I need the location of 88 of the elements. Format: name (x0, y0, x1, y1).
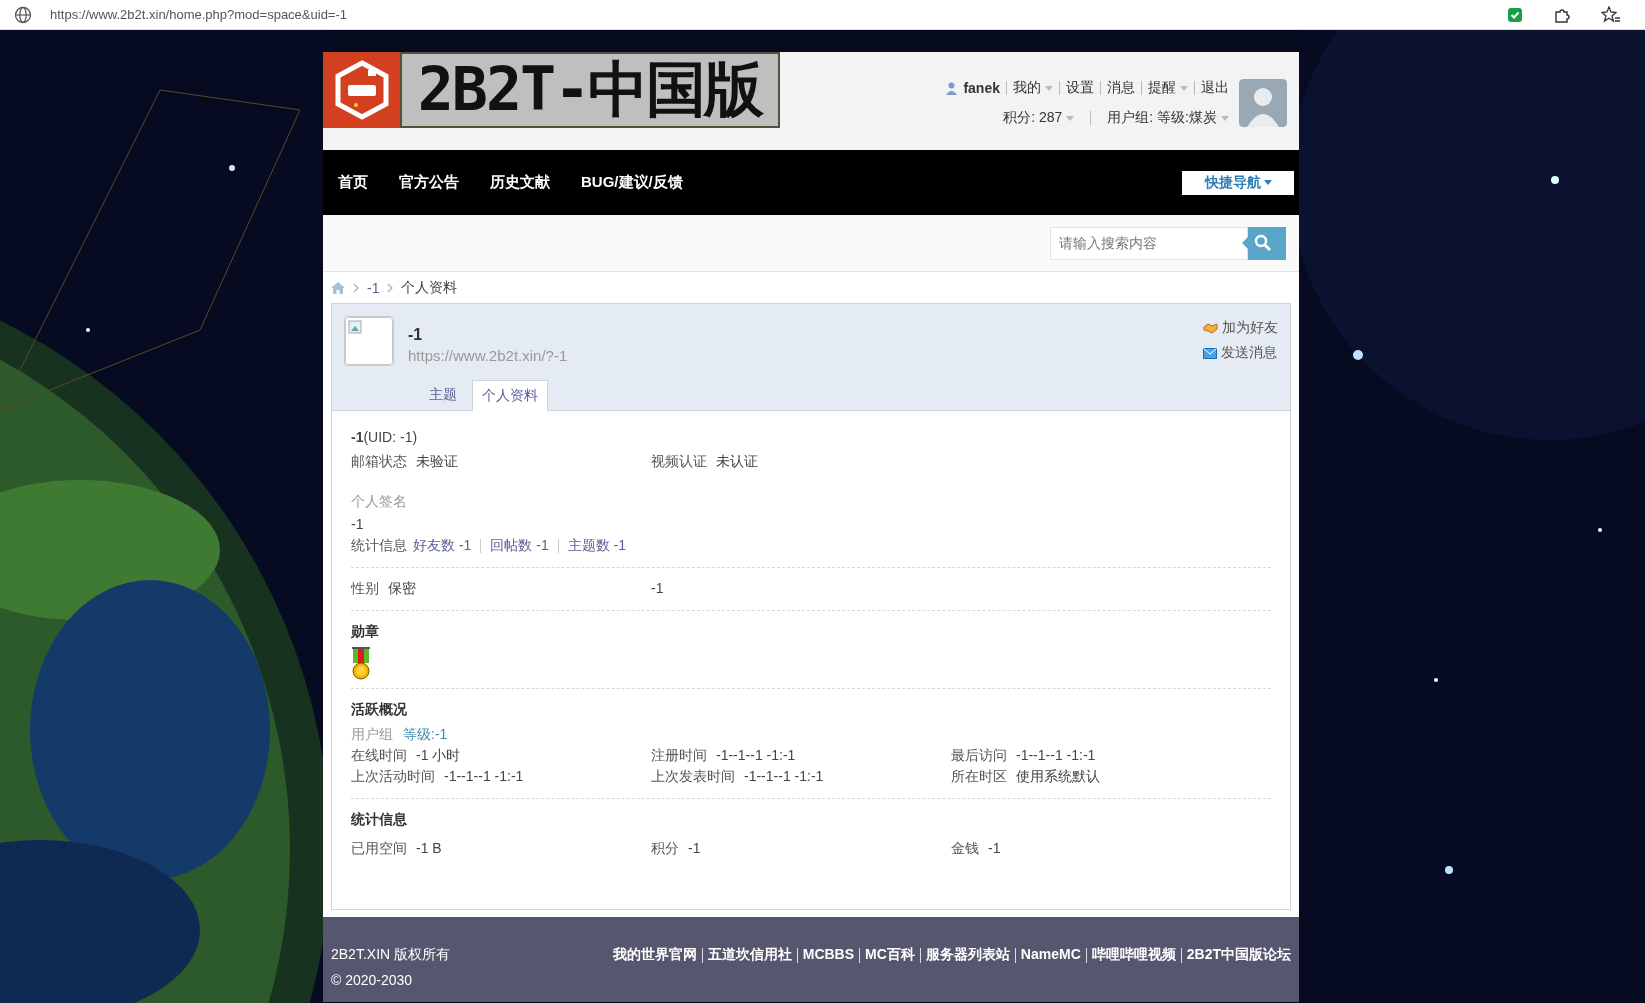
field-value: -1--1--1 -1:-1 (744, 768, 824, 786)
user-menu-link[interactable]: 我的 (1013, 79, 1053, 97)
caret-icon (1066, 115, 1075, 121)
user-menu-link[interactable]: 退出 (1201, 79, 1229, 97)
field-label: 上次发表时间 (651, 768, 735, 786)
nav-link[interactable]: BUG/建议/反馈 (581, 173, 683, 192)
footer-link[interactable]: NameMC (1020, 946, 1081, 964)
field-label: 邮箱状态 (351, 453, 407, 471)
user-menu-link[interactable]: 提醒 (1148, 79, 1188, 97)
caret-icon (1263, 180, 1272, 185)
medal-icon (351, 647, 371, 680)
field-label: 金钱 (951, 840, 979, 858)
field-value: 未认证 (716, 453, 758, 471)
field-label: 上次活动时间 (351, 768, 435, 786)
caret-icon (1180, 85, 1188, 91)
stats-link[interactable]: 主题数 -1 (567, 537, 627, 555)
user-group-link[interactable]: 等级:-1 (403, 726, 448, 744)
stats-link[interactable]: 回帖数 -1 (490, 537, 549, 555)
chevron-icon (353, 282, 359, 293)
footer-link[interactable]: MC百科 (865, 946, 915, 964)
field-label: 积分 (651, 840, 679, 858)
user-icon (946, 81, 958, 95)
user-menu-link[interactable]: 消息 (1107, 79, 1135, 97)
profile-tab[interactable]: 个人资料 (472, 380, 548, 411)
field-label: 在线时间 (351, 747, 407, 765)
section-heading: 勋章 (351, 623, 380, 641)
field-label: 性别 (351, 580, 379, 598)
home-icon[interactable] (331, 281, 345, 294)
profile-url: https://www.2b2t.xin/?-1 (408, 347, 568, 364)
field-value: 使用系统默认 (1016, 768, 1100, 786)
logo-title: 2B2T-中国版 (400, 52, 780, 128)
field-value: -1 (988, 840, 1001, 858)
caret-icon (1045, 85, 1053, 91)
quick-nav-button[interactable]: 快捷导航 (1182, 170, 1294, 195)
chevron-icon (387, 282, 394, 293)
field-value: 保密 (388, 580, 416, 598)
section-heading: 活跃概况 (351, 701, 408, 719)
avatar-icon[interactable] (1239, 79, 1287, 127)
footer-link[interactable]: 哔哩哔哩视频 (1091, 946, 1176, 964)
search-field[interactable]: 请输入搜索内容 (1050, 226, 1248, 260)
uid-line: -1(UID: -1) (351, 429, 419, 445)
user-name-link[interactable]: fanek (963, 80, 1000, 96)
footer-link[interactable]: 五道坎信用社 (707, 946, 792, 964)
profile-tab[interactable]: 主题 (420, 380, 466, 410)
field-label: 最后访问 (951, 747, 1007, 765)
breadcrumb-link[interactable]: -1 (367, 279, 380, 296)
search-button[interactable] (1242, 226, 1286, 260)
user-group-link[interactable]: 用户组: 等级:煤炭 (1107, 109, 1229, 127)
globe-icon (14, 5, 32, 24)
footer-link[interactable]: 2B2T中国版论坛 (1186, 946, 1291, 964)
field-value: -1--1--1 -1:-1 (444, 768, 524, 786)
signature-text: -1 (351, 516, 365, 532)
field-value: 未验证 (416, 453, 458, 471)
table-cell-text: -1 (651, 580, 665, 598)
nav-link[interactable]: 首页 (338, 173, 368, 192)
shield-check-icon[interactable] (1507, 6, 1523, 23)
field-value: -1--1--1 -1:-1 (716, 747, 796, 765)
footer-link[interactable]: MCBBS (802, 946, 855, 964)
profile-name: -1 (408, 326, 424, 344)
envelope-icon (1203, 347, 1217, 359)
field-label: 所在时区 (951, 768, 1007, 786)
footer-link[interactable]: 我的世界官网 (612, 946, 697, 964)
user-menu-link[interactable]: 设置 (1066, 79, 1094, 97)
field-label: 已用空间 (351, 840, 407, 858)
caret-icon (1221, 115, 1229, 121)
signature-label: 个人签名 (351, 493, 408, 511)
section-heading: 统计信息 (351, 811, 408, 829)
field-label: 视频认证 (651, 453, 707, 471)
footer-link[interactable]: 服务器列表站 (925, 946, 1010, 964)
search-icon (1254, 234, 1272, 252)
field-label: 注册时间 (651, 747, 707, 765)
field-value: -1 小时 (416, 747, 461, 765)
nav-link[interactable]: 历史文献 (490, 173, 550, 192)
nav-link[interactable]: 官方公告 (399, 173, 459, 192)
send-message-link[interactable]: 发送消息 (1203, 344, 1278, 362)
field-value: -1 (688, 840, 701, 858)
user-group-label: 用户组 (351, 726, 393, 744)
broken-image-icon (344, 316, 394, 366)
stats-link[interactable]: 好友数 -1 (413, 537, 472, 555)
add-friend-link[interactable]: 加为好友 (1203, 319, 1278, 337)
stats-label: 统计信息 (351, 537, 407, 555)
field-value: -1--1--1 -1:-1 (1016, 747, 1096, 765)
credits-link[interactable]: 积分: 287 (1003, 109, 1075, 127)
copyright-years: © 2020-2030 (331, 972, 414, 988)
copyright-text: 2B2T.XIN 版权所有 (331, 946, 451, 964)
field-value: -1 B (416, 840, 442, 858)
star-list-icon[interactable] (1601, 5, 1621, 24)
breadcrumb-current: 个人资料 (401, 278, 458, 297)
